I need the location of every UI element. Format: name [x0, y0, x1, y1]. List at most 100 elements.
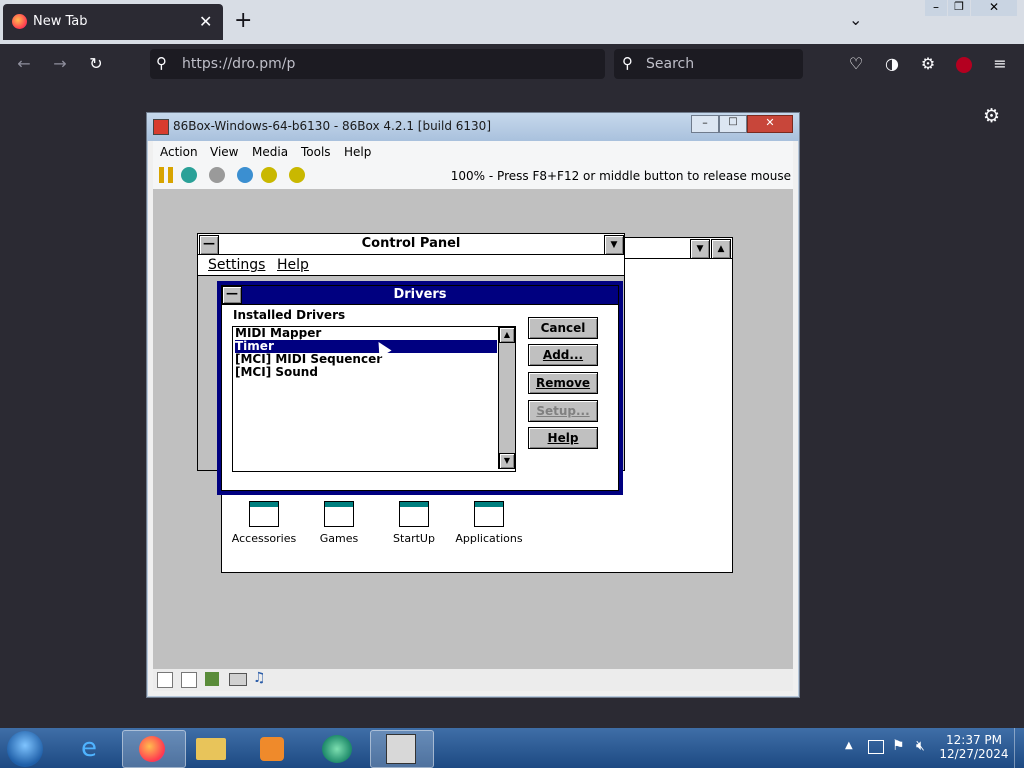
new-tab-icon[interactable]: +: [234, 8, 252, 33]
drivers-dialog: Drivers — Installed Drivers MIDI Mapper …: [217, 281, 623, 495]
show-hidden-icons-icon[interactable]: ▲: [845, 740, 853, 751]
emulator-status-bar: ♫: [153, 669, 793, 691]
scroll-down-arrow-icon[interactable]: ▼: [499, 453, 515, 469]
pause-icon[interactable]: [159, 167, 173, 183]
taskbar-internet-explorer-icon[interactable]: e: [58, 730, 120, 766]
list-item[interactable]: MIDI Mapper: [235, 327, 497, 340]
menu-help[interactable]: Help: [344, 145, 371, 159]
account-icon[interactable]: ◑: [880, 52, 904, 76]
cancel-button[interactable]: Cancel: [528, 317, 598, 339]
menu-help[interactable]: Help: [277, 257, 309, 273]
program-group-accessories[interactable]: Accessories: [229, 501, 299, 545]
window-close-icon[interactable]: ✕: [971, 0, 1017, 16]
control-panel-menu-bar: Settings Help: [198, 255, 624, 276]
start-button[interactable]: [7, 731, 43, 767]
maximize-arrow-icon[interactable]: ▲: [711, 239, 731, 259]
help-button-label: Help: [547, 431, 579, 445]
back-icon[interactable]: ←: [12, 52, 36, 76]
program-group-icon: [324, 501, 354, 527]
network-icon[interactable]: [229, 673, 247, 686]
volume-muted-icon[interactable]: 🔇︎: [916, 738, 925, 754]
forward-icon[interactable]: →: [48, 52, 72, 76]
menu-media[interactable]: Media: [252, 145, 288, 159]
help-button[interactable]: Help: [528, 427, 598, 449]
minimize-arrow-icon[interactable]: ▼: [604, 235, 624, 255]
drivers-title: Drivers: [393, 287, 447, 302]
search-input[interactable]: ⚲ Search: [614, 49, 803, 79]
close-tab-icon[interactable]: ✕: [199, 12, 212, 31]
firefox-icon: [139, 736, 165, 762]
menu-icon[interactable]: ≡: [988, 52, 1012, 76]
emulator-maximize-button[interactable]: □: [719, 115, 747, 133]
emulator-close-button[interactable]: ✕: [747, 115, 793, 133]
tab-title: New Tab: [33, 14, 88, 29]
folder-icon: [196, 738, 226, 760]
window-minimize-icon[interactable]: –: [925, 0, 947, 16]
scroll-up-arrow-icon[interactable]: ▲: [499, 327, 515, 343]
system-clock[interactable]: 12:37 PM 12/27/2024: [938, 733, 1010, 761]
add-button[interactable]: Add...: [528, 344, 598, 366]
control-panel-title: Control Panel: [361, 236, 461, 251]
menu-tools[interactable]: Tools: [301, 145, 331, 159]
remove-button[interactable]: Remove: [528, 372, 598, 394]
setup-button[interactable]: Setup...: [528, 400, 598, 422]
ublock-icon[interactable]: [956, 57, 972, 73]
listbox-scrollbar[interactable]: ▲ ▼: [498, 327, 515, 469]
list-tabs-chevron-icon[interactable]: ⌄: [849, 10, 862, 29]
search-icon: ⚲: [156, 54, 167, 72]
menu-view[interactable]: View: [210, 145, 238, 159]
menu-action[interactable]: Action: [160, 145, 198, 159]
action-center-flag-icon[interactable]: ⚑: [892, 738, 905, 754]
program-group-icon: [474, 501, 504, 527]
86box-app-icon: [153, 119, 169, 135]
emulator-menu-bar: Action View Media Tools Help: [153, 141, 793, 163]
search-icon: ⚲: [622, 54, 633, 72]
emulated-screen[interactable]: ▼ ▲ Control Panel — ▼ Settings Help Driv…: [153, 189, 793, 669]
drivers-dialog-body: Drivers — Installed Drivers MIDI Mapper …: [221, 285, 619, 491]
extensions-icon[interactable]: ⚙: [916, 52, 940, 76]
installed-drivers-label: Installed Drivers: [233, 308, 346, 322]
setup-button-label: Setup...: [536, 404, 590, 418]
window-restore-icon[interactable]: ❐: [948, 0, 970, 16]
add-button-label: Add...: [542, 348, 584, 362]
sound-icon[interactable]: ♫: [253, 670, 266, 686]
reset-icon[interactable]: [181, 167, 197, 183]
media-player-icon: [260, 737, 284, 761]
power-icon[interactable]: [209, 167, 225, 183]
program-group-games[interactable]: Games: [304, 501, 374, 545]
emulator-title-bar[interactable]: 86Box-Windows-64-b6130 - 86Box 4.2.1 [bu…: [147, 113, 799, 141]
clock-time: 12:37 PM: [946, 733, 1002, 747]
settings-icon[interactable]: [289, 167, 305, 183]
reload-icon[interactable]: ↻: [84, 52, 108, 76]
program-group-label: Applications: [455, 532, 523, 545]
drivers-title-bar[interactable]: Drivers: [222, 286, 618, 305]
settings-gear-icon[interactable]: ⚙: [983, 105, 1000, 127]
floppy-drive-icon[interactable]: [157, 672, 173, 688]
control-menu-box-icon[interactable]: —: [199, 235, 219, 255]
network-tray-icon[interactable]: [868, 740, 884, 754]
emulator-window: 86Box-Windows-64-b6130 - 86Box 4.2.1 [bu…: [146, 112, 800, 698]
program-group-label: Accessories: [231, 532, 297, 545]
ctrl-alt-esc-icon[interactable]: [261, 167, 277, 183]
messenger-icon: [322, 735, 352, 763]
program-group-label: StartUp: [393, 532, 435, 545]
floppy-drive-icon[interactable]: [181, 672, 197, 688]
86box-app-icon: [386, 734, 416, 764]
control-menu-box-icon[interactable]: —: [222, 286, 242, 304]
browser-tab[interactable]: New Tab ✕: [3, 4, 223, 40]
menu-settings[interactable]: Settings: [208, 257, 265, 273]
show-desktop-button[interactable]: [1014, 728, 1024, 768]
emulator-minimize-button[interactable]: –: [691, 115, 719, 133]
control-panel-title-bar[interactable]: Control Panel: [198, 234, 624, 255]
url-bar[interactable]: ⚲ https://dro.pm/p: [150, 49, 605, 79]
clock-date: 12/27/2024: [939, 747, 1009, 761]
list-item[interactable]: [MCI] Sound: [235, 366, 497, 379]
program-group-startup[interactable]: StartUp: [379, 501, 449, 545]
pocket-icon[interactable]: ♡: [844, 52, 868, 76]
status-message: 100% - Press F8+F12 or middle button to …: [450, 169, 791, 183]
program-group-applications[interactable]: Applications: [454, 501, 524, 545]
ctrl-alt-del-icon[interactable]: [237, 167, 253, 183]
cancel-button-label: Cancel: [540, 321, 586, 335]
hard-disk-icon[interactable]: [205, 672, 219, 686]
minimize-arrow-icon[interactable]: ▼: [690, 239, 710, 259]
